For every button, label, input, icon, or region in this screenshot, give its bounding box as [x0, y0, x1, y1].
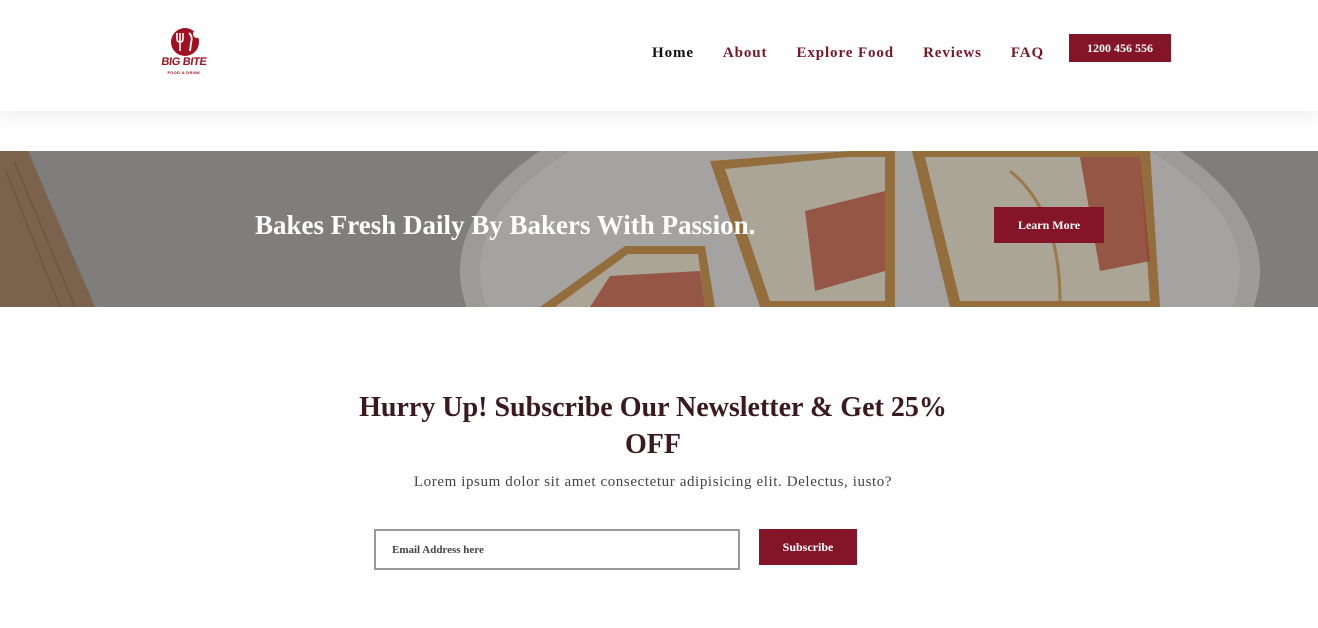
logo-emblem-icon: [171, 28, 201, 56]
banner-title: Bakes Fresh Daily By Bakers With Passion…: [255, 210, 756, 240]
main-nav: Home About Explore Food Reviews FAQ: [652, 44, 1073, 62]
nav-item-home[interactable]: Home: [652, 44, 694, 62]
brand-logo[interactable]: BIG BITE FOOD & DRINK: [153, 24, 215, 84]
nav-item-faq[interactable]: FAQ: [1011, 44, 1044, 62]
brand-name: BIG BITE: [160, 56, 208, 68]
newsletter-description: Lorem ipsum dolor sit amet consectetur a…: [413, 474, 893, 490]
nav-item-explore-food[interactable]: Explore Food: [796, 44, 894, 62]
phone-button[interactable]: 1200 456 556: [1069, 34, 1171, 62]
nav-item-reviews[interactable]: Reviews: [923, 44, 982, 62]
subscribe-button[interactable]: Subscribe: [759, 529, 857, 565]
newsletter-title: Hurry Up! Subscribe Our Newsletter & Get…: [359, 392, 947, 460]
promo-banner: Bakes Fresh Daily By Bakers With Passion…: [0, 151, 1318, 307]
email-field[interactable]: [374, 529, 740, 570]
site-header: BIG BITE FOOD & DRINK Home About Explore…: [0, 0, 1318, 111]
learn-more-button[interactable]: Learn More: [994, 207, 1104, 243]
brand-tagline: FOOD & DRINK: [167, 70, 201, 75]
nav-item-about[interactable]: About: [723, 44, 768, 62]
